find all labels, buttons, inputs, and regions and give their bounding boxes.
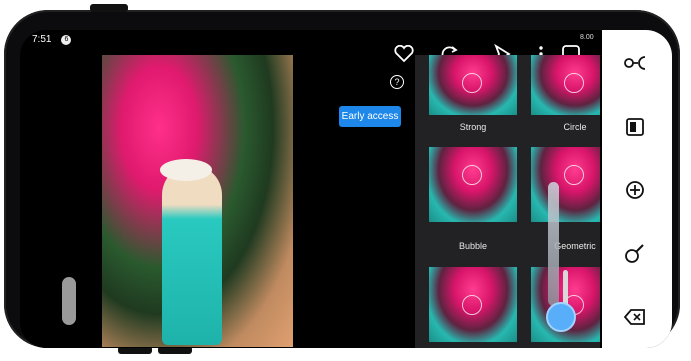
photo-subject [162,165,222,345]
scroll-handle[interactable] [62,277,76,325]
effect-thumb-geometric[interactable] [531,147,600,222]
brush-icon[interactable] [620,238,650,268]
status-time: 7:51 [32,34,52,45]
effects-panel: Strong Circle Bubble Geometric [415,55,600,348]
effect-label-geometric: Geometric [554,241,596,251]
effect-label-circle: Circle [563,122,587,132]
erase-icon[interactable] [620,302,650,332]
effect-thumb-strong[interactable] [429,55,517,115]
effect-thumb-bubble[interactable] [429,147,517,222]
effect-thumb-row3-a[interactable] [429,267,517,342]
radio-ring-icon [564,165,584,185]
right-toolbar [602,30,672,348]
power-button [90,4,128,12]
effect-label-strong: Strong [459,122,487,132]
image-layer-icon[interactable] [620,112,650,142]
status-right: 8.00 [580,34,594,41]
photo-canvas[interactable] [102,55,293,347]
status-bar: 7:51 6 [32,34,72,45]
link-icon[interactable] [620,48,650,78]
add-circle-icon[interactable] [620,175,650,205]
early-access-button[interactable]: Early access [339,106,401,127]
effect-label-bubble: Bubble [458,241,488,251]
notification-badge: 6 [61,34,72,45]
intensity-slider-track[interactable] [548,182,559,306]
radio-ring-icon [462,165,482,185]
radio-ring-icon [462,73,482,93]
effect-thumb-circle[interactable] [531,55,600,115]
photo-hat [160,159,212,181]
help-icon[interactable]: ? [390,75,404,89]
intensity-slider-knob[interactable] [546,302,576,332]
heart-outline-icon[interactable] [392,42,416,66]
radio-ring-icon [462,295,482,315]
screen: 7:51 6 8.00 ? Early access Strong Circle… [20,30,672,348]
phone-frame: 7:51 6 8.00 ? Early access Strong Circle… [4,4,680,354]
radio-ring-icon [564,73,584,93]
